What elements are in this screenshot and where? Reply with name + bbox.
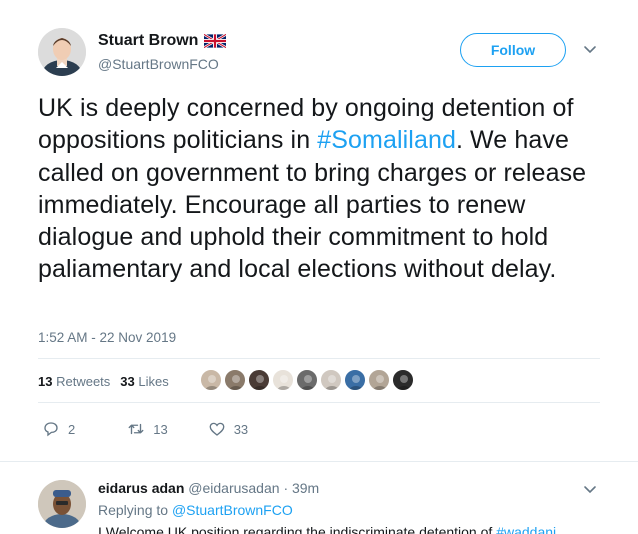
follow-button[interactable]: Follow	[460, 33, 566, 67]
hashtag-link[interactable]: #Somaliland	[317, 126, 456, 154]
reply-text: I Welcome UK position regarding the indi…	[98, 524, 556, 534]
author-name[interactable]: Stuart Brown	[98, 32, 198, 50]
replying-to: Replying to @StuartBrownFCO	[98, 502, 293, 518]
liker-avatar[interactable]	[224, 369, 246, 391]
like-action[interactable]: 33	[208, 420, 248, 438]
uk-flag-icon	[203, 33, 228, 49]
reply-count: 2	[68, 421, 76, 437]
likes-label: Likes	[138, 374, 169, 389]
liker-avatar[interactable]	[272, 369, 294, 391]
reply-text-main: I Welcome UK position regarding the indi…	[98, 524, 497, 534]
author-handle[interactable]: @StuartBrownFCO	[98, 56, 219, 72]
liker-avatar[interactable]	[248, 369, 270, 391]
like-count: 33	[233, 421, 249, 437]
likes-count: 33	[120, 374, 135, 389]
heart-icon	[209, 422, 225, 436]
retweet-action[interactable]: 13	[127, 420, 168, 438]
reply-action[interactable]: 2	[42, 420, 75, 438]
retweet-icon	[128, 423, 144, 435]
tweet-stats: 13 Retweets 33 Likes	[38, 374, 169, 389]
author-name-row: Stuart Brown	[98, 32, 228, 50]
divider	[38, 358, 600, 359]
tweet-text: UK is deeply concerned by ongoing detent…	[38, 92, 610, 286]
mention-link[interactable]: @StuartBrownFCO	[172, 502, 293, 518]
liker-avatar[interactable]	[296, 369, 318, 391]
chevron-down-icon[interactable]	[582, 481, 598, 497]
tweet-header: Stuart Brown @StuartBrownFCO Follow	[38, 26, 608, 82]
reply-author-name[interactable]: eidarus adan	[98, 480, 184, 496]
likes-stat[interactable]: 33 Likes	[120, 374, 168, 389]
liker-avatar[interactable]	[392, 369, 414, 391]
reply-hashtag-link[interactable]: #waddani	[496, 524, 556, 534]
liker-avatar[interactable]	[200, 369, 222, 391]
reply-header: eidarus adan @eidarusadan · 39m	[98, 480, 319, 496]
divider	[38, 402, 600, 403]
reply-tweet[interactable]: eidarus adan @eidarusadan · 39m Replying…	[38, 478, 608, 534]
liker-avatar[interactable]	[368, 369, 390, 391]
reply-time[interactable]: · 39m	[283, 480, 319, 496]
reply-author-handle[interactable]: @eidarusadan	[188, 480, 279, 496]
reply-icon	[44, 422, 58, 437]
retweets-count: 13	[38, 374, 53, 389]
tweet-actions: 2 13 33	[42, 420, 284, 438]
chevron-down-icon[interactable]	[582, 41, 598, 57]
replying-to-prefix: Replying to	[98, 502, 172, 518]
author-avatar[interactable]	[38, 28, 86, 76]
divider	[0, 461, 638, 462]
liker-avatar[interactable]	[344, 369, 366, 391]
retweets-label: Retweets	[56, 374, 111, 389]
retweets-stat[interactable]: 13 Retweets	[38, 374, 110, 389]
likers-avatars	[200, 369, 416, 391]
reply-avatar[interactable]	[38, 480, 86, 528]
liker-avatar[interactable]	[320, 369, 342, 391]
retweet-count: 13	[153, 421, 168, 437]
tweet-timestamp[interactable]: 1:52 AM - 22 Nov 2019	[38, 330, 176, 345]
